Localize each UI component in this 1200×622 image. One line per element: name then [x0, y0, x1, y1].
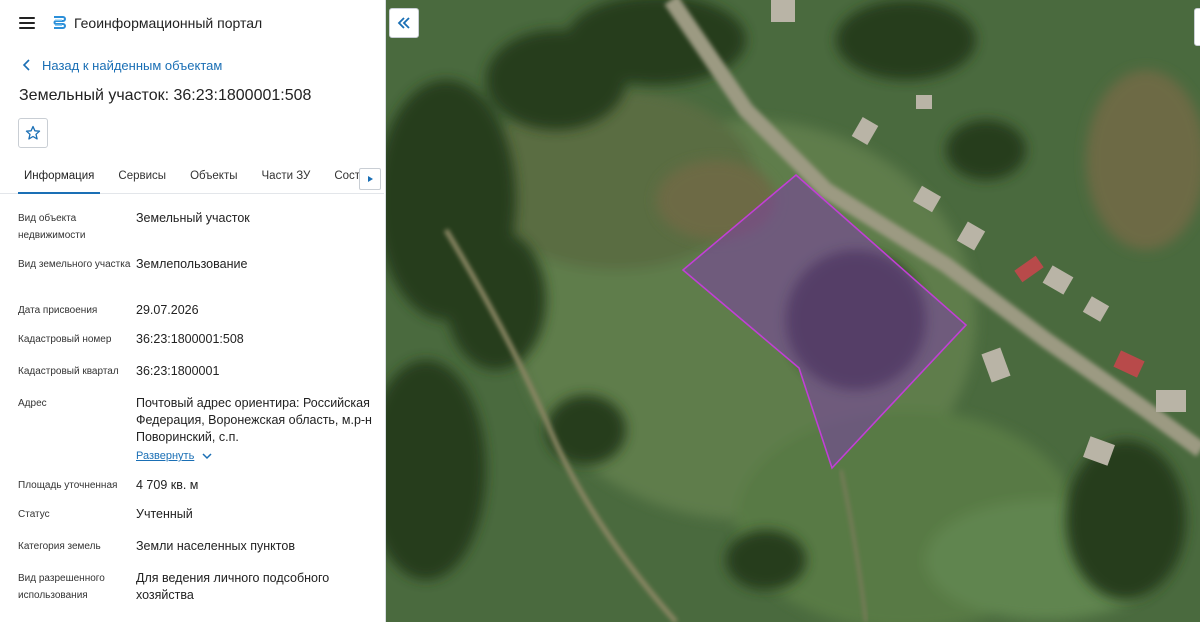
expand-address-link[interactable]: Развернуть: [136, 448, 378, 465]
attr-label: Кадастровый квартал: [18, 366, 119, 377]
back-link-label: Назад к найденным объектам: [42, 57, 223, 73]
attr-label: Вид земельного участка: [18, 259, 131, 270]
attr-row-assignment-date: Дата присвоения 29.07.2026: [18, 302, 378, 319]
attr-value: 4 709 кв. м: [136, 478, 199, 492]
attr-row-object-type: Вид объекта недвижимости Земельный участ…: [18, 210, 378, 244]
attr-value: 36:23:1800001:508: [136, 332, 244, 346]
map-view[interactable]: [385, 0, 1200, 622]
double-chevron-left-icon: [397, 17, 410, 29]
attr-value: Земли населенных пунктов: [136, 539, 295, 553]
expand-label: Развернуть: [136, 450, 195, 462]
page-title: Земельный участок: 36:23:1800001:508: [19, 87, 312, 104]
attr-label: Вид разрешенного использования: [18, 573, 105, 601]
collapse-panel-button[interactable]: [389, 8, 419, 38]
attr-label: Вид объекта недвижимости: [18, 213, 86, 241]
attr-value: Земельный участок: [136, 211, 250, 225]
app-header: Геоинформационный портал: [0, 0, 384, 46]
back-to-results-link[interactable]: Назад к найденным объектам: [0, 54, 384, 76]
attr-label: Дата присвоения: [18, 305, 98, 316]
attr-value: Для ведения личного подсобного хозяйства: [136, 571, 330, 602]
attr-value-address: Почтовый адрес ориентира: Российская Фед…: [136, 395, 378, 465]
attr-value: 29.07.2026: [136, 303, 199, 317]
tab-services[interactable]: Сервисы: [112, 158, 172, 193]
attr-row-area: Площадь уточненная 4 709 кв. м: [18, 477, 378, 494]
info-panel: Геоинформационный портал Назад к найденн…: [0, 0, 384, 622]
favorite-button[interactable]: [18, 118, 48, 148]
attr-row-permitted-use: Вид разрешенного использования Для веден…: [18, 570, 378, 604]
attr-row-status: Статус Учтенный: [18, 506, 378, 523]
attr-row-address: Адрес Почтовый адрес ориентира: Российск…: [18, 395, 378, 465]
attr-row-land-category: Категория земель Земли населенных пункто…: [18, 538, 378, 555]
tabs-scroll-right-button[interactable]: [359, 168, 381, 190]
map-control-button[interactable]: [1194, 8, 1200, 46]
star-icon: [25, 125, 41, 140]
attr-value: Землепользование: [136, 257, 248, 271]
attr-row-cadastral-number: Кадастровый номер 36:23:1800001:508: [18, 331, 378, 348]
attr-row-cadastral-quarter: Кадастровый квартал 36:23:1800001: [18, 363, 378, 380]
attr-label: Площадь уточненная: [18, 480, 118, 491]
app-title: Геоинформационный портал: [74, 15, 263, 31]
satellite-imagery: [386, 0, 1200, 622]
attr-label: Кадастровый номер: [18, 334, 112, 345]
tab-bar: Информация Сервисы Объекты Части ЗУ Сост…: [0, 158, 384, 194]
chevron-left-icon: [22, 59, 30, 71]
tab-parcel-parts[interactable]: Части ЗУ: [256, 158, 317, 193]
address-text: Почтовый адрес ориентира: Российская Фед…: [136, 396, 372, 444]
attr-row-parcel-type: Вид земельного участка Землепользование: [18, 256, 378, 273]
tab-objects[interactable]: Объекты: [184, 158, 243, 193]
attr-label: Категория земель: [18, 541, 101, 552]
tab-information[interactable]: Информация: [18, 158, 101, 194]
portal-logo-icon: [53, 16, 66, 29]
attr-label: Адрес: [18, 398, 47, 409]
attr-label: Статус: [18, 509, 50, 520]
attr-value: Учтенный: [136, 507, 193, 521]
attr-value: 36:23:1800001: [136, 364, 220, 378]
menu-icon[interactable]: [19, 17, 35, 29]
chevron-down-icon: [202, 453, 212, 460]
